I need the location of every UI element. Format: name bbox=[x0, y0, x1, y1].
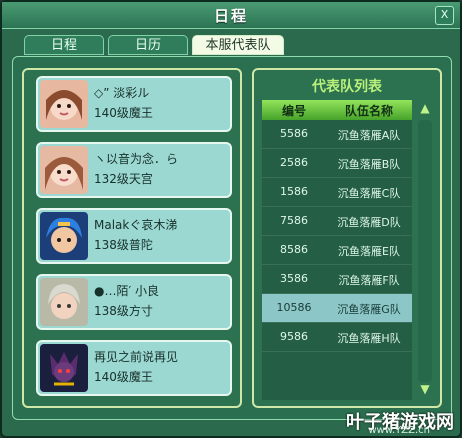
team-name: 沉鱼落雁G队 bbox=[337, 303, 401, 316]
team-name: 沉鱼落雁E队 bbox=[338, 245, 400, 258]
team-id: 7586 bbox=[280, 214, 308, 227]
table-row[interactable]: 7586 沉鱼落雁D队 bbox=[262, 207, 412, 236]
scroll-up-icon[interactable]: ▲ bbox=[416, 100, 434, 116]
team-id: 2586 bbox=[280, 156, 308, 169]
team-table: 5586 沉鱼落雁A队 2586 沉鱼落雁B队 1586 沉鱼落雁C队 7586… bbox=[262, 120, 412, 400]
team-id: 8586 bbox=[280, 243, 308, 256]
player-name: ●…陌′ 小良 bbox=[94, 284, 160, 298]
table-row[interactable]: 9586 沉鱼落雁H队 bbox=[262, 323, 412, 352]
blue-hair-avatar-icon bbox=[40, 212, 88, 260]
player-card[interactable]: ●…陌′ 小良 138级方寸 bbox=[36, 274, 232, 330]
team-name: 沉鱼落雁F队 bbox=[338, 274, 400, 287]
player-list-panel: ◇” 淡彩ル 140级魔王 ヽ以音为念．ら 132级天宫 Malakぐ哀木涕 1… bbox=[22, 68, 242, 408]
player-level: 138级普陀 bbox=[94, 238, 153, 252]
player-card[interactable]: ヽ以音为念．ら 132级天宫 bbox=[36, 142, 232, 198]
team-list-panel: 代表队列表 编号 队伍名称 5586 沉鱼落雁A队 2586 沉鱼落雁B队 15… bbox=[252, 68, 442, 408]
window-title: 日程 bbox=[213, 7, 248, 25]
player-card[interactable]: ◇” 淡彩ル 140级魔王 bbox=[36, 76, 232, 132]
scrollbar-track[interactable] bbox=[418, 120, 432, 382]
player-card[interactable]: Malakぐ哀木涕 138级普陀 bbox=[36, 208, 232, 264]
player-name: ヽ以音为念．ら bbox=[94, 152, 179, 166]
team-id: 3586 bbox=[280, 272, 308, 285]
team-name: 沉鱼落雁D队 bbox=[337, 216, 401, 229]
player-level: 132级天宫 bbox=[94, 172, 153, 186]
team-list-title: 代表队列表 bbox=[312, 79, 382, 95]
girl-avatar-icon bbox=[40, 80, 88, 128]
scroll-down-icon[interactable]: ▼ bbox=[416, 381, 434, 397]
table-row[interactable]: 1586 沉鱼落雁C队 bbox=[262, 178, 412, 207]
team-name: 沉鱼落雁C队 bbox=[337, 187, 401, 200]
team-id: 10586 bbox=[276, 301, 312, 314]
table-header: 编号 队伍名称 bbox=[262, 100, 412, 120]
gray-hair-avatar-icon bbox=[40, 278, 88, 326]
table-row[interactable]: 3586 沉鱼落雁F队 bbox=[262, 265, 412, 294]
demon-avatar-icon bbox=[40, 344, 88, 392]
table-row[interactable]: 5586 沉鱼落雁A队 bbox=[262, 120, 412, 149]
team-name: 沉鱼落雁H队 bbox=[337, 332, 401, 345]
schedule-window: 日程 X 日程 日历 本服代表队 ◇” 淡彩ル 140级魔王 ヽ以音为念．ら 1… bbox=[0, 0, 462, 438]
team-name: 沉鱼落雁A队 bbox=[337, 129, 401, 142]
player-level: 140级魔王 bbox=[94, 370, 153, 384]
tab-server-team[interactable]: 本服代表队 bbox=[192, 35, 284, 55]
girl-avatar-icon bbox=[40, 146, 88, 194]
player-name: Malakぐ哀木涕 bbox=[94, 218, 178, 232]
team-id: 9586 bbox=[280, 330, 308, 343]
close-button[interactable]: X bbox=[435, 6, 454, 25]
tab-schedule[interactable]: 日程 bbox=[24, 35, 104, 55]
player-level: 138级方寸 bbox=[94, 304, 153, 318]
player-level: 140级魔王 bbox=[94, 106, 153, 120]
tab-calendar[interactable]: 日历 bbox=[108, 35, 188, 55]
team-id: 5586 bbox=[280, 127, 308, 140]
team-name: 沉鱼落雁B队 bbox=[337, 158, 401, 171]
player-name: ◇” 淡彩ル bbox=[94, 86, 150, 100]
player-name: 再见之前说再见 bbox=[94, 350, 179, 364]
player-card[interactable]: 再见之前说再见 140级魔王 bbox=[36, 340, 232, 396]
team-id: 1586 bbox=[280, 185, 308, 198]
title-bar: 日程 X bbox=[2, 2, 460, 29]
header-id: 编号 bbox=[281, 104, 306, 118]
table-row[interactable]: 8586 沉鱼落雁E队 bbox=[262, 236, 412, 265]
table-row[interactable]: 2586 沉鱼落雁B队 bbox=[262, 149, 412, 178]
table-row-selected[interactable]: 10586 沉鱼落雁G队 bbox=[262, 294, 412, 323]
header-team-name: 队伍名称 bbox=[344, 104, 393, 118]
watermark-url: www.YZZ.cn bbox=[368, 425, 430, 436]
